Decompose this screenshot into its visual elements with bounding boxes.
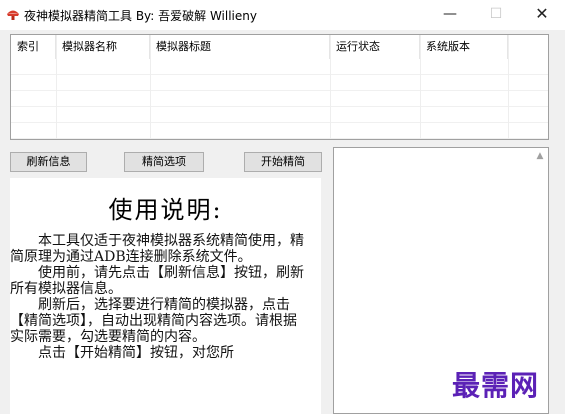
- instructions-body: 本工具仅适于夜神模拟器系统精简使用，精简原理为通过ADB连接删除系统文件。 使用…: [10, 233, 310, 361]
- close-button[interactable]: ✕: [519, 0, 565, 30]
- instructions-paragraph: 点击【开始精简】按钮，对您所: [38, 345, 234, 361]
- column-divider: [56, 35, 57, 139]
- table-row: [11, 59, 548, 75]
- instructions-paragraph: 刷新后，选择要进行精简的模拟器，点击【精简选项】，自动出现精简内容选项。请根据实…: [10, 297, 297, 345]
- column-divider: [508, 35, 509, 139]
- watermark-logo: 最需网: [452, 369, 540, 402]
- scroll-up-icon[interactable]: ▲: [534, 150, 546, 162]
- table-row: [11, 123, 548, 139]
- title-bar: 夜神模拟器精简工具 By: 吾爱破解 Willieny — ☐ ✕: [0, 0, 565, 30]
- column-divider: [420, 35, 421, 139]
- start-trim-button[interactable]: 开始精简: [244, 152, 322, 172]
- minimize-button[interactable]: —: [427, 0, 473, 30]
- table-row: [11, 91, 548, 107]
- column-header-index[interactable]: 索引: [11, 35, 56, 59]
- column-divider: [150, 35, 151, 139]
- app-icon: [7, 10, 19, 20]
- table-header: 索引 模拟器名称 模拟器标题 运行状态 系统版本: [11, 35, 548, 59]
- instructions-paragraph: 使用前，请先点击【刷新信息】按钮，刷新所有模拟器信息。: [10, 265, 304, 297]
- instructions-panel[interactable]: 使用说明: 本工具仅适于夜神模拟器系统精简使用，精简原理为通过ADB连接删除系统…: [10, 178, 321, 414]
- emulator-table[interactable]: 索引 模拟器名称 模拟器标题 运行状态 系统版本: [10, 34, 549, 140]
- refresh-info-button[interactable]: 刷新信息: [10, 152, 87, 172]
- table-row: [11, 107, 548, 123]
- maximize-button[interactable]: ☐: [473, 0, 519, 30]
- column-header-run-status[interactable]: 运行状态: [330, 35, 420, 59]
- table-row: [11, 75, 548, 91]
- instructions-title: 使用说明:: [108, 196, 223, 224]
- instructions-paragraph: 本工具仅适于夜神模拟器系统精简使用，精简原理为通过ADB连接删除系统文件。: [10, 233, 304, 265]
- column-divider: [330, 35, 331, 139]
- column-header-emulator-title[interactable]: 模拟器标题: [150, 35, 330, 59]
- column-header-system-version[interactable]: 系统版本: [420, 35, 508, 59]
- column-header-emulator-name[interactable]: 模拟器名称: [56, 35, 150, 59]
- trim-options-button[interactable]: 精简选项: [124, 152, 204, 172]
- window-title: 夜神模拟器精简工具 By: 吾爱破解 Willieny: [24, 9, 257, 23]
